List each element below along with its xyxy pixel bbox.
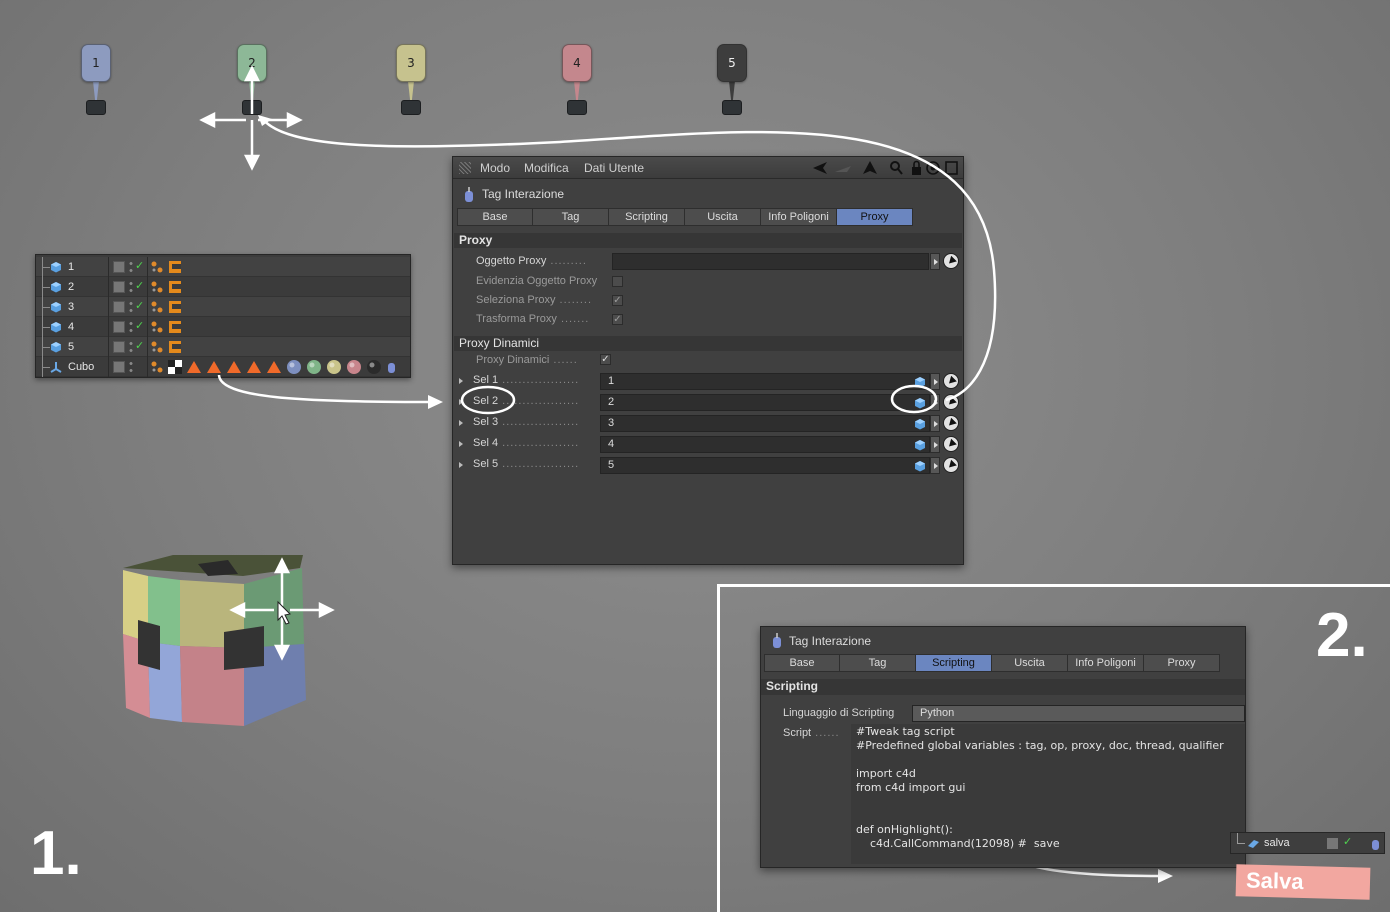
edit-icon (1327, 838, 1338, 849)
code-line: import c4d (856, 767, 916, 780)
salva-label: Salva (1245, 867, 1304, 895)
tab-tag[interactable]: Tag (840, 654, 916, 672)
script-label: Script ...... (783, 727, 840, 739)
salva-object-row[interactable]: salva ✓ (1230, 832, 1385, 854)
object-icon (1248, 840, 1259, 848)
tab-uscita[interactable]: Uscita (992, 654, 1068, 672)
tree-line (1237, 833, 1245, 844)
attribute-panel-scripting: Tag Interazione Base Tag Scripting Uscita In… (760, 626, 1246, 868)
script-code: #Tweak tag script #Predefined global vari… (856, 725, 1224, 851)
tag-title: Tag Interazione (789, 634, 872, 648)
salva-object-name: salva (1264, 837, 1290, 849)
code-line: #Tweak tag script (856, 725, 955, 738)
code-line: c4d.CallCommand(12098) # save (856, 837, 1060, 850)
section-scripting: Scripting (761, 679, 1245, 695)
step1-number: 1. (30, 819, 82, 888)
interaction-tag-icon (773, 633, 781, 648)
step2-number: 2. (1316, 601, 1368, 670)
tab-info-poligoni[interactable]: Info Poligoni (1068, 654, 1144, 672)
code-line: #Predefined global variables : tag, op, … (856, 739, 1224, 752)
salva-highlight: Salva (1235, 864, 1371, 900)
code-line: def onHighlight(): (856, 823, 953, 836)
tab-scripting[interactable]: Scripting (916, 654, 992, 672)
script-editor[interactable]: #Tweak tag script #Predefined global vari… (851, 724, 1245, 864)
tab-bar: Base Tag Scripting Uscita Info Poligoni Proxy (764, 654, 1220, 672)
lang-label: Linguaggio di Scripting (783, 707, 895, 719)
interaction-tag-icon[interactable] (1371, 836, 1381, 851)
lang-select[interactable]: Python (912, 705, 1245, 722)
tab-proxy[interactable]: Proxy (1144, 654, 1220, 672)
tab-base[interactable]: Base (764, 654, 840, 672)
code-line: from c4d import gui (856, 781, 966, 794)
visibility-check-icon[interactable]: ✓ (1343, 835, 1352, 848)
